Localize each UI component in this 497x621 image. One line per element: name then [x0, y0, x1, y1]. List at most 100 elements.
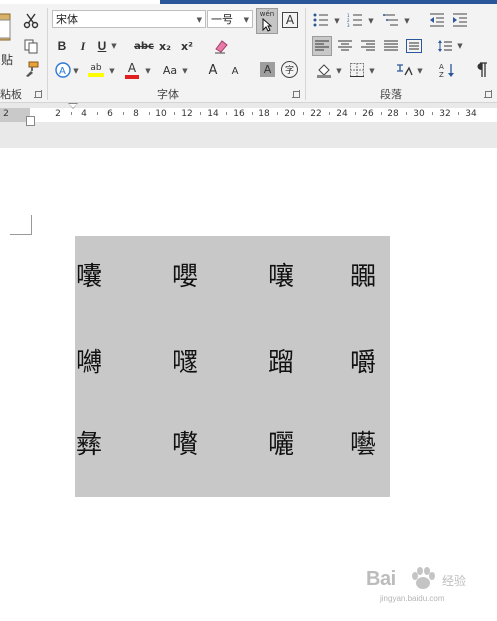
justify-icon[interactable] [382, 37, 400, 55]
ruler-number: 16 [233, 109, 245, 119]
ruler-number: 24 [336, 109, 348, 119]
chevron-down-icon[interactable]: ▼ [335, 65, 343, 77]
left-indent-marker[interactable] [26, 116, 35, 126]
grid-char[interactable]: 囇 [268, 424, 294, 461]
strikethrough-button[interactable]: abc [133, 37, 155, 55]
ruler-tick [226, 112, 227, 115]
clipboard-launcher-icon[interactable] [34, 90, 42, 98]
bullets-icon[interactable] [312, 12, 330, 28]
subscript-button[interactable]: x₂ [158, 37, 172, 55]
paragraph-group-label: 段落 [380, 88, 402, 101]
line-spacing-icon[interactable] [436, 37, 454, 55]
watermark-logo-text: Bai [366, 568, 396, 590]
chevron-down-icon[interactable]: ▼ [367, 15, 375, 27]
chevron-down-icon[interactable]: ▼ [197, 11, 202, 29]
baidu-paw-icon [412, 567, 435, 589]
chevron-down-icon[interactable]: ▼ [72, 65, 80, 77]
ruler-number: 12 [181, 109, 193, 119]
font-size-combo[interactable]: 一号 ▼ [207, 10, 253, 28]
ruler-tick [355, 112, 356, 115]
chevron-down-icon[interactable]: ▼ [456, 40, 464, 52]
chevron-down-icon[interactable]: ▼ [403, 15, 411, 27]
grid-char[interactable]: 嚺 [172, 342, 198, 379]
ruler-number: 20 [284, 109, 296, 119]
borders-icon[interactable] [349, 62, 365, 78]
italic-button[interactable]: I [76, 37, 90, 55]
paste-button[interactable]: 贴 [0, 52, 14, 67]
align-center-icon[interactable] [336, 37, 354, 55]
multilevel-list-icon[interactable] [382, 12, 400, 28]
chinese-layout-icon[interactable] [394, 61, 414, 79]
increase-indent-icon[interactable] [451, 12, 469, 28]
grid-char[interactable]: 囈 [350, 424, 376, 461]
ruler-tick [71, 112, 72, 115]
clear-formatting-icon[interactable] [212, 37, 230, 55]
highlight-color-bar [88, 73, 104, 77]
shrink-font-button[interactable]: A [229, 64, 241, 78]
chevron-down-icon[interactable]: ▼ [244, 11, 249, 29]
chevron-down-icon[interactable]: ▼ [416, 65, 424, 77]
ruler-number: 2 [55, 109, 61, 119]
cut-icon[interactable] [22, 12, 40, 30]
underline-button[interactable]: U [95, 37, 109, 55]
show-hide-marks-icon[interactable] [472, 61, 490, 79]
grid-char[interactable]: 嚶 [172, 256, 198, 293]
ruler-number: 6 [107, 109, 113, 119]
ruler-tick [149, 112, 150, 115]
chevron-down-icon[interactable]: ▼ [110, 40, 118, 52]
grid-char[interactable]: 嚼 [350, 342, 376, 379]
distributed-icon[interactable] [405, 37, 423, 55]
chevron-down-icon[interactable]: ▼ [144, 65, 152, 77]
ruler-tick [174, 112, 175, 115]
chevron-down-icon[interactable]: ▼ [333, 15, 341, 27]
grid-char[interactable]: 嚻 [350, 256, 376, 293]
character-shading-button[interactable]: A [260, 62, 275, 77]
first-line-indent-marker[interactable] [68, 103, 78, 109]
ruler-number: 14 [207, 109, 219, 119]
character-border-button[interactable]: A [282, 12, 298, 28]
ruler-number: 10 [155, 109, 167, 119]
font-color-button[interactable]: A [124, 60, 140, 80]
ruler-tick [432, 112, 433, 115]
chevron-down-icon[interactable]: ▼ [181, 65, 189, 77]
highlight-button[interactable]: ab [86, 60, 106, 80]
ruler-number: 28 [387, 109, 399, 119]
paragraph-launcher-icon[interactable] [484, 90, 492, 98]
decrease-indent-icon[interactable] [428, 12, 446, 28]
ruler-number: 4 [81, 109, 87, 119]
svg-text:Z: Z [439, 71, 444, 78]
grid-char[interactable]: 彝 [76, 424, 102, 461]
shaded-character-grid[interactable] [75, 236, 390, 497]
ruler-number: 18 [258, 109, 270, 119]
change-case-button[interactable]: Aa [160, 62, 180, 78]
enclose-characters-button[interactable]: 字 [281, 61, 298, 78]
ruler-number: 8 [133, 109, 139, 119]
paste-icon[interactable] [0, 10, 14, 44]
text-effects-icon[interactable]: A [55, 61, 71, 79]
grow-font-button[interactable]: A [206, 62, 220, 78]
font-name-combo[interactable]: 宋体 ▼ [52, 10, 206, 28]
grid-char[interactable]: 蹓 [268, 342, 294, 379]
sort-icon[interactable]: AZ [438, 61, 456, 79]
copy-icon[interactable] [22, 37, 40, 55]
font-launcher-icon[interactable] [292, 90, 300, 98]
group-divider [305, 8, 306, 100]
grid-char[interactable]: 嚩 [76, 342, 102, 379]
chevron-down-icon[interactable]: ▼ [108, 65, 116, 77]
grid-char[interactable]: 嚽 [172, 424, 198, 461]
format-painter-icon[interactable] [22, 60, 40, 78]
numbering-icon[interactable]: 123 [346, 12, 364, 28]
chevron-down-icon[interactable]: ▼ [368, 65, 376, 77]
phonetic-guide-button[interactable]: wén [256, 8, 278, 34]
align-right-icon[interactable] [359, 37, 377, 55]
svg-text:A: A [59, 66, 66, 77]
grid-char[interactable]: 嚷 [268, 256, 294, 293]
superscript-button[interactable]: x² [180, 37, 194, 55]
bold-button[interactable]: B [55, 37, 69, 55]
ruler-tick [381, 112, 382, 115]
grid-char[interactable]: 囔 [76, 256, 102, 293]
align-left-icon[interactable] [312, 36, 332, 56]
shading-icon[interactable] [314, 61, 334, 79]
ruler-number: 32 [439, 109, 451, 119]
font-name-value: 宋体 [56, 13, 78, 26]
